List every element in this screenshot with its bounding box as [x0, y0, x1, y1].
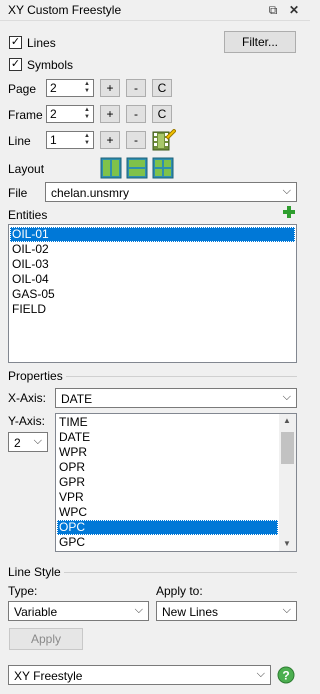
float-icon[interactable]: ⧉: [266, 3, 280, 17]
list-item[interactable]: GPC: [57, 535, 85, 550]
close-icon[interactable]: ✕: [287, 3, 301, 17]
frame-c-button[interactable]: C: [152, 105, 172, 123]
list-item[interactable]: OIL-03: [10, 257, 49, 272]
chevron-down-icon: ⌵: [282, 185, 291, 197]
chevron-down-icon: ⌵: [33, 435, 42, 447]
filter-button[interactable]: Filter...: [224, 31, 296, 53]
list-item[interactable]: WPC: [57, 505, 87, 520]
page-minus-button[interactable]: -: [126, 79, 146, 97]
type-combo[interactable]: Variable ⌵: [8, 601, 149, 621]
frame-spinbox[interactable]: 2 ▲ ▼: [46, 105, 94, 123]
list-item[interactable]: FIELD: [10, 302, 46, 317]
symbols-checkbox[interactable]: ✓: [9, 58, 22, 71]
page-c-button[interactable]: C: [152, 79, 172, 97]
yaxis-count-value: 2: [14, 436, 21, 450]
line-spinbox[interactable]: 1 ▲ ▼: [46, 131, 94, 149]
page-plus-button[interactable]: +: [100, 79, 120, 97]
chevron-down-icon: ⌵: [282, 391, 291, 403]
list-item[interactable]: OPC: [57, 520, 278, 535]
type-label: Type:: [8, 584, 38, 598]
frame-minus-button[interactable]: -: [126, 105, 146, 123]
apply-to-value: New Lines: [162, 605, 219, 619]
help-icon[interactable]: ?: [277, 666, 295, 684]
line-style-label: Line Style: [8, 565, 61, 579]
yaxis-label: Y-Axis:: [8, 414, 45, 428]
divider: [66, 376, 297, 377]
window-title: XY Custom Freestyle: [8, 3, 122, 17]
file-combo[interactable]: chelan.unsmry ⌵: [45, 182, 297, 202]
line-value: 1: [50, 133, 57, 147]
chevron-down-icon: ⌵: [282, 604, 291, 616]
list-item[interactable]: VPR: [57, 490, 84, 505]
lines-checkbox[interactable]: ✓: [9, 36, 22, 49]
scroll-up-icon[interactable]: ▲: [283, 416, 291, 425]
page-label: Page: [8, 82, 37, 96]
type-value: Variable: [14, 605, 58, 619]
xaxis-combo[interactable]: DATE ⌵: [55, 388, 297, 408]
yaxis-count-combo[interactable]: 2 ⌵: [8, 432, 48, 452]
apply-to-label: Apply to:: [156, 584, 203, 598]
svg-text:?: ?: [282, 669, 289, 683]
line-minus-button[interactable]: -: [126, 131, 146, 149]
scroll-down-icon[interactable]: ▼: [283, 539, 291, 548]
lines-label: Lines: [27, 36, 56, 50]
list-item[interactable]: OPR: [57, 460, 85, 475]
layout-grid-icon[interactable]: [152, 157, 174, 179]
frame-plus-button[interactable]: +: [100, 105, 120, 123]
spin-arrows-icon[interactable]: ▲ ▼: [82, 81, 92, 95]
chevron-down-icon: ⌵: [134, 604, 143, 616]
title-bar: XY Custom Freestyle ⧉ ✕: [0, 0, 310, 21]
list-item[interactable]: GPR: [57, 475, 85, 490]
entities-list[interactable]: OIL-01 OIL-02 OIL-03 OIL-04 GAS-05 FIELD: [8, 224, 297, 363]
scroll-thumb[interactable]: [281, 432, 294, 464]
divider: [64, 572, 297, 573]
frame-label: Frame: [8, 108, 43, 122]
chevron-down-icon: ⌵: [256, 668, 265, 680]
freestyle-combo[interactable]: XY Freestyle ⌵: [8, 665, 271, 685]
spin-arrows-icon[interactable]: ▲ ▼: [82, 133, 92, 147]
xaxis-value: DATE: [61, 392, 93, 406]
file-label: File: [8, 186, 28, 200]
apply-to-combo[interactable]: New Lines ⌵: [156, 601, 297, 621]
apply-button[interactable]: Apply: [9, 628, 83, 650]
xaxis-label: X-Axis:: [8, 391, 47, 405]
symbols-label: Symbols: [27, 58, 74, 72]
list-item[interactable]: GAS-05: [10, 287, 55, 302]
freestyle-value: XY Freestyle: [14, 669, 83, 683]
layout-columns-icon[interactable]: [100, 157, 122, 179]
file-value: chelan.unsmry: [51, 186, 130, 200]
film-edit-icon[interactable]: [152, 128, 177, 151]
list-item[interactable]: OIL-02: [10, 242, 49, 257]
yaxis-list[interactable]: TIME DATE WPR OPR GPR VPR WPC OPC GPC ▲ …: [55, 413, 297, 552]
entities-label: Entities: [8, 208, 48, 222]
add-icon[interactable]: [282, 205, 296, 219]
list-item[interactable]: DATE: [57, 430, 90, 445]
list-item[interactable]: OIL-04: [10, 272, 49, 287]
frame-value: 2: [50, 107, 57, 121]
page-value: 2: [50, 81, 57, 95]
list-item[interactable]: TIME: [57, 415, 88, 430]
line-plus-button[interactable]: +: [100, 131, 120, 149]
scrollbar[interactable]: ▲ ▼: [279, 414, 296, 551]
layout-label: Layout: [8, 162, 45, 176]
spin-arrows-icon[interactable]: ▲ ▼: [82, 107, 92, 121]
line-label: Line: [8, 134, 31, 148]
list-item[interactable]: OIL-01: [10, 227, 295, 242]
properties-label: Properties: [8, 369, 63, 383]
page-spinbox[interactable]: 2 ▲ ▼: [46, 79, 94, 97]
list-item[interactable]: WPR: [57, 445, 87, 460]
layout-rows-icon[interactable]: [126, 157, 148, 179]
